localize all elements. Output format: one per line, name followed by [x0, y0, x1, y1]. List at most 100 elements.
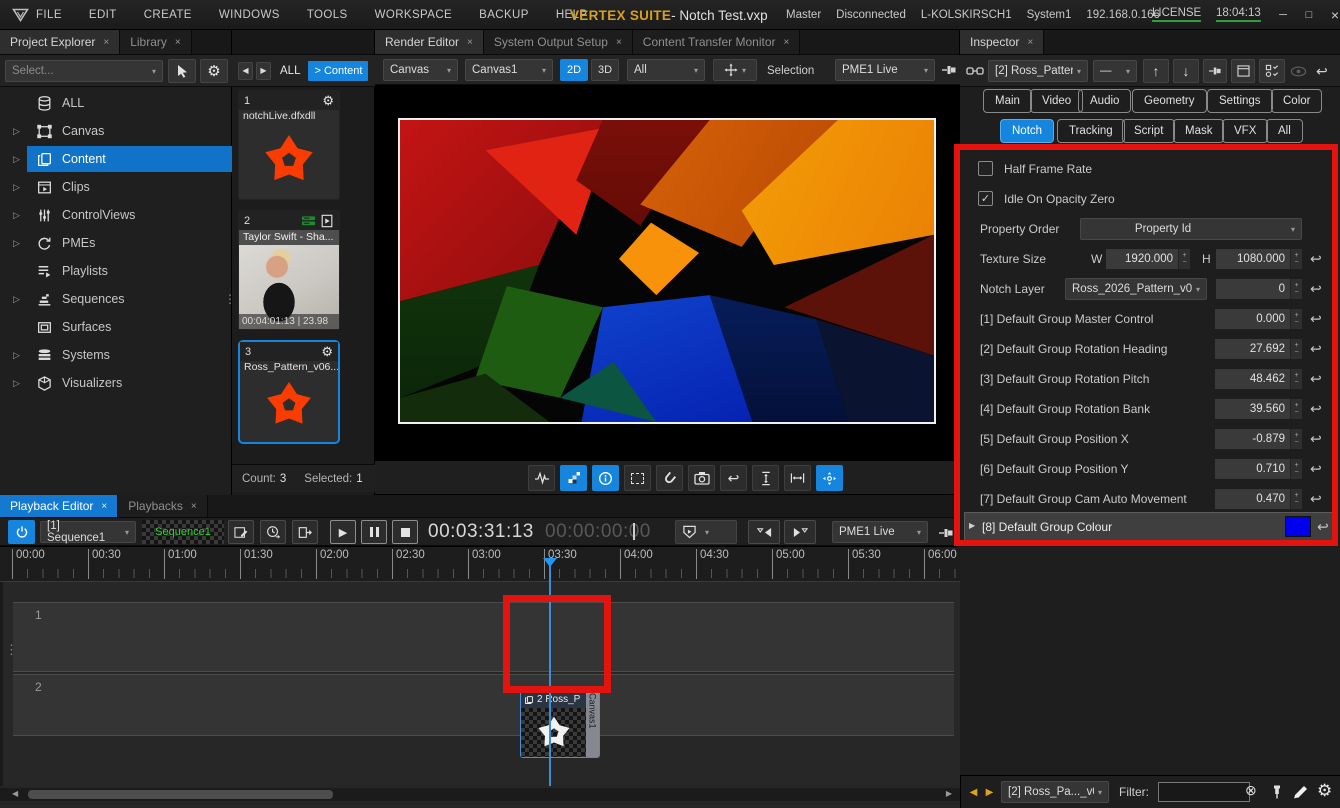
- footer-target-dropdown[interactable]: [2] Ross_Pa..._v0... ▾: [1001, 781, 1109, 803]
- visibility-toggle[interactable]: [1288, 63, 1308, 79]
- stop-button[interactable]: [392, 520, 418, 544]
- reset-icon[interactable]: ↩: [1317, 519, 1329, 536]
- reset-icon[interactable]: ↩: [1310, 491, 1322, 508]
- canvas-select-dropdown[interactable]: Canvas1▾: [465, 59, 553, 81]
- expand-arrow-icon[interactable]: ▷: [13, 154, 20, 165]
- param-stepper[interactable]: +−: [1290, 339, 1302, 359]
- menu-create[interactable]: CREATE: [144, 9, 192, 21]
- pause-button[interactable]: [361, 520, 387, 544]
- width-stepper[interactable]: +−: [1178, 249, 1190, 269]
- breadcrumb-content[interactable]: > Content: [308, 61, 368, 81]
- sidebar-item-content[interactable]: ▷ Content: [0, 146, 232, 172]
- tab-playbacks[interactable]: Playbacks ×: [118, 495, 208, 517]
- pme-dropdown[interactable]: PME1 Live▾: [835, 59, 935, 81]
- tab-render-editor[interactable]: Render Editor ×: [375, 30, 484, 54]
- reset-icon[interactable]: ↩: [1310, 371, 1322, 388]
- inspector-tab-color[interactable]: Color: [1271, 89, 1322, 113]
- expand-arrow-icon[interactable]: ▷: [13, 294, 20, 305]
- mode-3d-button[interactable]: 3D: [591, 59, 619, 81]
- edit-sequence-button[interactable]: [228, 520, 254, 544]
- revert-button[interactable]: ↩: [1316, 63, 1328, 80]
- tab-close-icon[interactable]: ×: [1027, 37, 1033, 48]
- expand-arrow-icon[interactable]: ▷: [13, 182, 20, 193]
- tab-inspector[interactable]: Inspector ×: [960, 30, 1044, 54]
- snapshot-button[interactable]: [688, 465, 715, 491]
- next-cue-button[interactable]: [784, 520, 816, 544]
- tab-close-icon[interactable]: ×: [103, 37, 109, 48]
- notch-layer-index-field[interactable]: 0: [1216, 279, 1290, 299]
- tab-content-transfer-monitor[interactable]: Content Transfer Monitor ×: [633, 30, 801, 54]
- playback-pme-dropdown[interactable]: PME1 Live▾: [832, 521, 928, 543]
- inspector-tab-all[interactable]: All: [1266, 119, 1303, 143]
- colour-swatch[interactable]: [1285, 516, 1311, 537]
- sidebar-item-sequences[interactable]: ▷ Sequences: [0, 286, 232, 312]
- reset-icon[interactable]: ↩: [1310, 341, 1322, 358]
- param-stepper[interactable]: +−: [1290, 369, 1302, 389]
- sidebar-item-pmes[interactable]: ▷ PMEs: [0, 230, 232, 256]
- tab-close-icon[interactable]: ×: [467, 37, 473, 48]
- texture-height-field[interactable]: 1080.000: [1216, 249, 1290, 269]
- fit-horizontal-button[interactable]: [784, 465, 811, 491]
- playback-power-button[interactable]: [8, 520, 35, 544]
- half-frame-rate-checkbox[interactable]: [978, 161, 993, 176]
- inspector-tab-video[interactable]: Video: [1030, 89, 1083, 113]
- prev-cue-button[interactable]: [748, 520, 780, 544]
- tab-close-icon[interactable]: ×: [175, 37, 181, 48]
- mode-2d-button[interactable]: 2D: [560, 59, 588, 81]
- pan-tool-dropdown[interactable]: ▾: [713, 59, 757, 81]
- reset-view-button[interactable]: ↩: [720, 465, 747, 491]
- info-overlay-button[interactable]: [592, 465, 619, 491]
- param-value-field[interactable]: 48.462: [1215, 369, 1290, 389]
- move-up-button[interactable]: ↑: [1143, 59, 1169, 83]
- tab-library[interactable]: Library ×: [120, 30, 192, 54]
- timeline-tracks-area[interactable]: 1 2 ⋮ 2 Ross_P Canvas1: [0, 582, 960, 786]
- track-1[interactable]: 1: [13, 602, 954, 672]
- breadcrumb-all[interactable]: ALL: [280, 65, 300, 77]
- inspector-tab-script[interactable]: Script: [1122, 119, 1175, 143]
- param-stepper[interactable]: +−: [1290, 489, 1302, 509]
- tab-close-icon[interactable]: ×: [616, 37, 622, 48]
- scroll-left-icon[interactable]: ◀: [12, 789, 18, 798]
- pin-icon[interactable]: [938, 526, 954, 540]
- timeline-ruler[interactable]: 00:00 00:30 01:00 01:30 02:00 02:30 03:0…: [0, 546, 960, 582]
- minimize-button[interactable]: ─: [1272, 6, 1294, 24]
- inspector-tab-tracking[interactable]: Tracking: [1057, 119, 1125, 143]
- pin-inspector-button[interactable]: [1203, 59, 1227, 83]
- canvas-mode-dropdown[interactable]: Canvas▾: [383, 59, 458, 81]
- param-stepper[interactable]: +−: [1290, 429, 1302, 449]
- property-order-dropdown[interactable]: Property Id ▾: [1080, 218, 1302, 240]
- inspector-tab-mask[interactable]: Mask: [1173, 119, 1224, 143]
- param-value-field[interactable]: 39.560: [1215, 399, 1290, 419]
- texture-width-field[interactable]: 1920.000: [1106, 249, 1178, 269]
- blocks-view-button[interactable]: [560, 465, 587, 491]
- expand-arrow-icon[interactable]: ▶: [969, 521, 975, 530]
- inspector-secondary-dropdown[interactable]: —▾: [1093, 60, 1137, 82]
- marquee-select-button[interactable]: [624, 465, 651, 491]
- playhead-marker[interactable]: [543, 558, 557, 574]
- expand-arrow-icon[interactable]: ▷: [13, 210, 20, 221]
- sequence-dropdown[interactable]: [1] Sequence1▾: [40, 521, 136, 543]
- height-stepper[interactable]: +−: [1290, 249, 1302, 269]
- param-stepper[interactable]: +−: [1290, 399, 1302, 419]
- sidebar-item-controlviews[interactable]: ▷ ControlViews: [0, 202, 232, 228]
- expand-arrow-icon[interactable]: ▷: [13, 378, 20, 389]
- select-dropdown[interactable]: Select... ▾: [5, 60, 163, 82]
- splitter-handle[interactable]: ⋮: [5, 642, 18, 658]
- selection-mode-label[interactable]: Selection: [767, 65, 814, 77]
- goto-out-button[interactable]: [292, 520, 318, 544]
- play-button[interactable]: ▶: [330, 520, 356, 544]
- maximize-button[interactable]: □: [1298, 6, 1320, 24]
- pulse-monitor-button[interactable]: [528, 465, 555, 491]
- tab-close-icon[interactable]: ×: [101, 501, 107, 512]
- reset-icon[interactable]: ↩: [1310, 401, 1322, 418]
- menu-backup[interactable]: BACKUP: [479, 9, 529, 21]
- reset-icon[interactable]: ↩: [1310, 461, 1322, 478]
- license-button[interactable]: LICENSE: [1152, 7, 1201, 22]
- panel-layout-button[interactable]: [1231, 59, 1255, 83]
- render-viewport[interactable]: [375, 85, 960, 460]
- snap-magnet-button[interactable]: [656, 465, 683, 491]
- target-next-button[interactable]: ▶: [982, 783, 997, 801]
- filter-dropdown[interactable]: All▾: [627, 59, 705, 81]
- param-value-field[interactable]: 0.470: [1215, 489, 1290, 509]
- inspector-tab-notch[interactable]: Notch: [1000, 119, 1054, 143]
